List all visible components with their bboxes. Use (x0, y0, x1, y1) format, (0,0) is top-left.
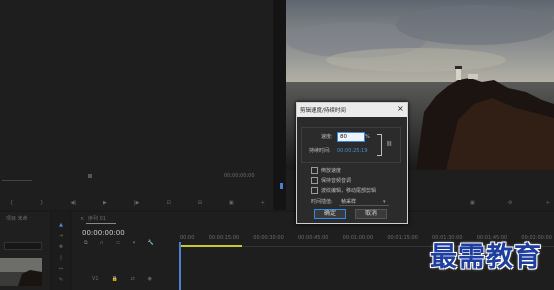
timeline-tab-underline (86, 223, 116, 224)
ripple-checkbox[interactable] (311, 187, 318, 194)
track-sync-icon[interactable]: ⇄ (131, 276, 135, 282)
ruler-tick: 00:02:00:00 (521, 235, 552, 241)
mark-out-icon[interactable]: } (40, 200, 43, 206)
project-search-field[interactable] (4, 242, 42, 250)
mark-in-icon[interactable]: { (10, 200, 13, 206)
ruler-tick: 00:00:30:00 (253, 235, 284, 241)
timeline-header-tools: ⧉ ∩ ⊂ ▾ 🔧 (84, 240, 154, 246)
track-lock-icon[interactable]: 🔒 (111, 276, 117, 282)
interpolation-dropdown[interactable]: 帧采样 ▾ (339, 197, 389, 206)
linked-selection-icon[interactable]: ⊂ (116, 240, 120, 246)
ok-button[interactable]: 确定 (314, 209, 346, 219)
close-icon[interactable]: × (397, 105, 404, 113)
duration-value[interactable]: 00:00:25:19 (337, 148, 368, 154)
ripple-checkbox-row[interactable]: 波纹编辑，移动尾部剪辑 (311, 187, 376, 194)
interpolation-label: 时间插值: (311, 199, 333, 205)
watermark-text: 最需教育 (430, 242, 542, 273)
track-target-icon[interactable]: V1 (92, 276, 99, 282)
selection-tool-icon[interactable]: ▲ (56, 222, 66, 228)
timeline-tab[interactable]: 序列 01 (88, 216, 106, 222)
dialog-title: 剪辑速度/持续时间 (300, 108, 346, 114)
cancel-button[interactable]: 取消 (355, 209, 387, 219)
overwrite-icon[interactable]: ⊟ (198, 200, 202, 206)
maintain-audio-label: 保持音频音调 (321, 177, 352, 184)
link-bracket (377, 134, 382, 156)
ripple-edit-icon[interactable]: ✥ (56, 244, 66, 250)
snap-icon[interactable]: ∩ (100, 240, 104, 246)
timeline-playhead[interactable] (179, 242, 181, 290)
chevron-down-icon: ▾ (383, 199, 386, 205)
reverse-label: 倒放速度 (321, 167, 342, 174)
slip-tool-icon[interactable]: ↔ (56, 266, 66, 272)
timeline-close-icon[interactable]: × (80, 216, 84, 222)
timeline-current-time[interactable]: 00:00:00:00 (82, 229, 125, 237)
add-marker-icon[interactable]: ▾ (133, 240, 136, 246)
project-clip-thumbnail[interactable] (0, 258, 42, 286)
tools-stack: ▲ ⇥ ✥ ◊ ↔ ✎ (56, 222, 66, 283)
ruler-tick: 00:00:15:00 (208, 235, 240, 241)
track-eye-icon[interactable]: ◉ (148, 276, 152, 282)
insert-icon[interactable]: ⊡ (166, 200, 170, 206)
source-resolution-marker (88, 174, 92, 178)
source-timecode-right: 00;00;00;00 (224, 173, 255, 179)
ruler-tick: 00:00 (180, 235, 195, 241)
maintain-audio-checkbox-row[interactable]: 保持音频音调 (311, 177, 351, 184)
ruler-tick: 00:01:00:00 (342, 235, 374, 241)
ripple-label: 波纹编辑，移动尾部剪辑 (321, 187, 377, 194)
program-controls: ▣ ⚙ + (470, 200, 550, 206)
reverse-checkbox[interactable] (311, 167, 318, 174)
dialog-titlebar[interactable]: 剪辑速度/持续时间 × (297, 103, 407, 117)
source-monitor-divider (273, 0, 286, 210)
timeline-settings-icon[interactable]: 🔧 (148, 240, 154, 246)
source-fit-dropdown[interactable] (2, 173, 32, 181)
speed-label: 速度: (321, 134, 333, 140)
clip-speed-dialog: 剪辑速度/持续时间 × 速度: 80 % 持续时间: 00:00:25:19 ⛓… (296, 102, 408, 224)
ruler-tick: 00:01:45:00 (476, 235, 508, 241)
duration-label: 持续时间: (309, 148, 331, 154)
ruler-labels: 00:00 00:00:15:00 00:00:30:00 00:00:45:0… (180, 235, 552, 241)
ruler-tick: 00:01:30:00 (432, 235, 463, 241)
step-back-icon[interactable]: ◀| (70, 200, 76, 206)
source-transport: { } ◀| ▶ |▶ ⊡ ⊟ ▣ + (10, 200, 265, 206)
step-forward-icon[interactable]: |▶ (134, 200, 140, 206)
ruler-tick: 00:00:45:00 (297, 235, 329, 241)
track-header-v1: V1 🔒 ⇄ ◉ (92, 276, 152, 282)
work-area-bar[interactable] (180, 245, 242, 247)
nest-toggle-icon[interactable]: ⧉ (84, 240, 88, 246)
export-frame-icon[interactable]: ▣ (229, 200, 234, 206)
play-icon[interactable]: ▶ (103, 200, 107, 206)
chain-link-icon[interactable]: ⛓ (386, 141, 392, 147)
speed-input[interactable]: 80 (337, 132, 365, 142)
cancel-button-label: 取消 (364, 210, 377, 217)
program-playhead[interactable] (280, 183, 283, 189)
track-select-icon[interactable]: ⇥ (56, 233, 66, 239)
program-settings-icon[interactable]: ⚙ (508, 200, 512, 206)
program-export-frame-icon[interactable]: ▣ (470, 200, 475, 206)
ok-button-label: 确定 (323, 210, 336, 217)
ruler-tick: 00:01:15:00 (387, 235, 418, 241)
speed-unit: % (365, 134, 370, 140)
reverse-checkbox-row[interactable]: 倒放速度 (311, 167, 341, 174)
pen-tool-icon[interactable]: ✎ (56, 277, 66, 283)
interpolation-value: 帧采样 (341, 199, 357, 205)
razor-tool-icon[interactable]: ◊ (56, 255, 66, 261)
maintain-audio-checkbox[interactable] (311, 177, 318, 184)
speed-input-value: 80 (340, 134, 347, 140)
project-tab[interactable]: 项目 未命 (6, 216, 28, 222)
add-button-icon[interactable]: + (261, 200, 265, 206)
program-add-icon[interactable]: + (546, 200, 550, 206)
